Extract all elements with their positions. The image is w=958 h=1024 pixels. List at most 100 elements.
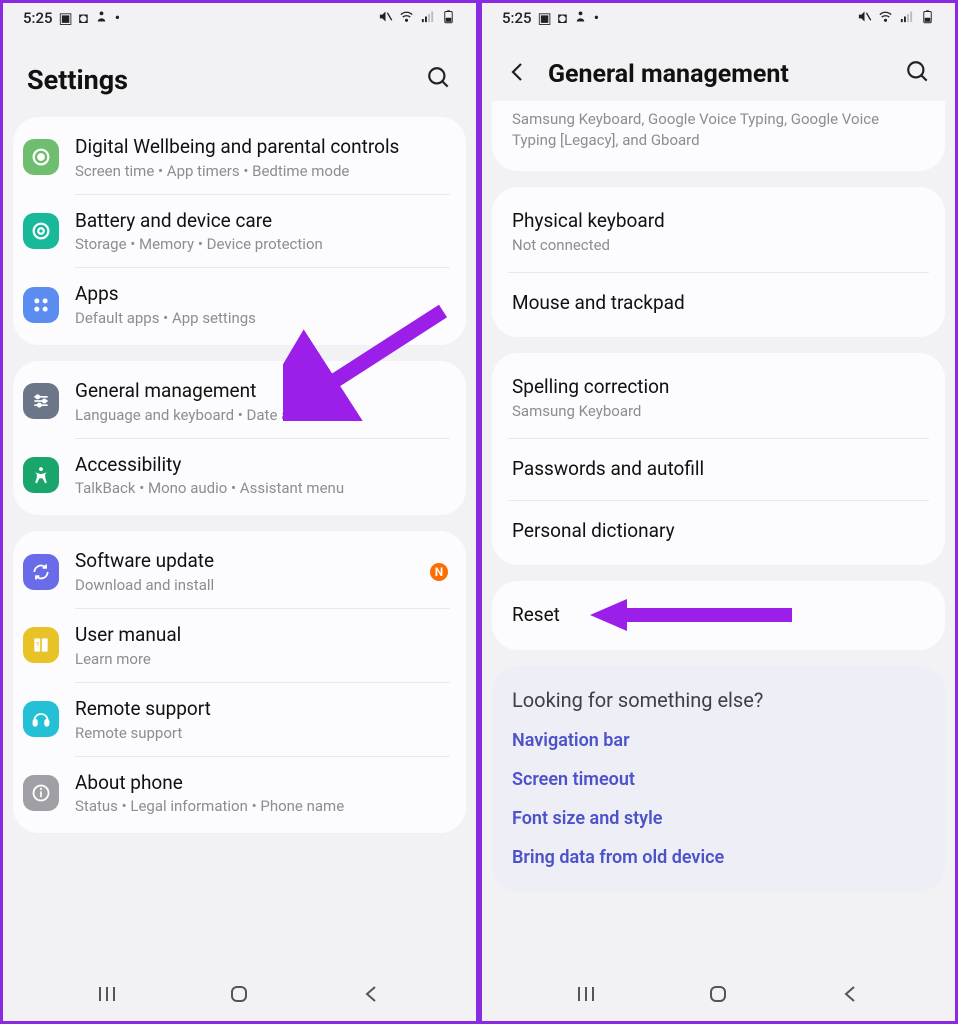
general-icon	[23, 383, 59, 419]
settings-header: Settings	[3, 33, 476, 117]
status-time: 5:25	[502, 9, 532, 27]
accessibility-icon	[23, 457, 59, 493]
page-title: Settings	[27, 64, 422, 96]
chevron-left-icon	[506, 60, 530, 84]
row-sub: Samsung Keyboard	[512, 402, 925, 420]
status-person-icon	[94, 9, 109, 28]
phone-right: 5:25 ▣ ◘ • General manag	[476, 3, 955, 1021]
status-app-icon: ◘	[558, 9, 567, 27]
row-user-manual[interactable]: ? User manual Learn more	[13, 609, 466, 682]
nav-bar	[3, 971, 476, 1021]
manual-icon: ?	[23, 627, 59, 663]
row-sub: Language and keyboard • Date and time	[75, 406, 448, 424]
row-title: Remote support	[75, 697, 448, 722]
apps-icon	[23, 287, 59, 323]
settings-group-3: Software update Download and install N ?…	[13, 531, 466, 833]
row-sub: TalkBack • Mono audio • Assistant menu	[75, 479, 448, 497]
search-button[interactable]	[422, 61, 456, 99]
row-sub: Learn more	[75, 650, 448, 668]
row-title: General management	[75, 379, 448, 404]
nav-back[interactable]	[354, 976, 390, 1016]
row-spelling-correction[interactable]: Spelling correction Samsung Keyboard	[492, 357, 945, 438]
search-button[interactable]	[901, 55, 935, 93]
status-person-icon	[573, 9, 588, 28]
row-remote-support[interactable]: Remote support Remote support	[13, 683, 466, 756]
status-image-icon: ▣	[59, 9, 73, 27]
row-sub: Storage • Memory • Device protection	[75, 235, 448, 253]
row-title: Battery and device care	[75, 209, 448, 234]
row-digital-wellbeing[interactable]: Digital Wellbeing and parental controls …	[13, 121, 466, 194]
status-wifi-icon	[399, 9, 414, 28]
page-title: General management	[548, 60, 901, 89]
row-physical-keyboard[interactable]: Physical keyboard Not connected	[492, 191, 945, 272]
gm-list[interactable]: Samsung Keyboard, Google Voice Typing, G…	[482, 101, 955, 971]
battery-care-icon	[23, 213, 59, 249]
gm-group-top: Samsung Keyboard, Google Voice Typing, G…	[492, 101, 945, 171]
row-title: User manual	[75, 623, 448, 648]
status-image-icon: ▣	[538, 9, 552, 27]
wellbeing-icon	[23, 139, 59, 175]
phone-left: 5:25 ▣ ◘ • Settings	[3, 3, 476, 1021]
update-icon	[23, 554, 59, 590]
nav-home[interactable]	[700, 976, 736, 1016]
search-icon	[905, 59, 931, 85]
row-title: Accessibility	[75, 453, 448, 478]
partial-row-sub: Samsung Keyboard, Google Voice Typing, G…	[492, 103, 945, 167]
row-software-update[interactable]: Software update Download and install N	[13, 535, 466, 608]
settings-group-2: General management Language and keyboard…	[13, 361, 466, 515]
status-mute-icon	[857, 9, 872, 28]
row-battery-care[interactable]: Battery and device care Storage • Memory…	[13, 195, 466, 268]
gm-group-1: Physical keyboard Not connected Mouse an…	[492, 187, 945, 337]
row-title: Mouse and trackpad	[512, 291, 925, 316]
remote-icon	[23, 701, 59, 737]
row-about-phone[interactable]: About phone Status • Legal information •…	[13, 757, 466, 830]
nav-recents[interactable]	[89, 976, 125, 1016]
status-battery-icon	[920, 9, 935, 28]
row-title: Passwords and autofill	[512, 457, 925, 482]
status-mute-icon	[378, 9, 393, 28]
row-passwords-autofill[interactable]: Passwords and autofill	[492, 439, 945, 500]
row-title: Physical keyboard	[512, 209, 925, 234]
status-time: 5:25	[23, 9, 53, 27]
nav-back[interactable]	[833, 976, 869, 1016]
status-wifi-icon	[878, 9, 893, 28]
suggestion-link-screen-timeout[interactable]: Screen timeout	[512, 769, 925, 790]
row-sub: Screen time • App timers • Bedtime mode	[75, 162, 448, 180]
status-more-icon: •	[594, 9, 599, 27]
row-sub: Remote support	[75, 724, 448, 742]
back-button[interactable]	[506, 60, 530, 88]
suggestions-heading: Looking for something else?	[512, 688, 925, 712]
suggestion-link-bring-data[interactable]: Bring data from old device	[512, 847, 925, 868]
svg-text:?: ?	[35, 641, 39, 650]
new-badge: N	[430, 563, 448, 581]
row-general-management[interactable]: General management Language and keyboard…	[13, 365, 466, 438]
status-signal-icon	[420, 9, 435, 28]
nav-home[interactable]	[221, 976, 257, 1016]
status-signal-icon	[899, 9, 914, 28]
gm-header: General management	[482, 33, 955, 101]
gm-group-2: Spelling correction Samsung Keyboard Pas…	[492, 353, 945, 565]
search-icon	[426, 65, 452, 91]
row-sub: Status • Legal information • Phone name	[75, 797, 448, 815]
row-title: Digital Wellbeing and parental controls	[75, 135, 448, 160]
about-icon	[23, 775, 59, 811]
status-bar: 5:25 ▣ ◘ •	[482, 3, 955, 33]
row-mouse-trackpad[interactable]: Mouse and trackpad	[492, 273, 945, 334]
suggestion-link-font-size[interactable]: Font size and style	[512, 808, 925, 829]
gm-group-3: Reset	[492, 581, 945, 650]
row-apps[interactable]: Apps Default apps • App settings	[13, 268, 466, 341]
status-more-icon: •	[115, 9, 120, 27]
settings-list[interactable]: Digital Wellbeing and parental controls …	[3, 117, 476, 971]
nav-recents[interactable]	[568, 976, 604, 1016]
row-title: Software update	[75, 549, 430, 574]
row-title: Personal dictionary	[512, 519, 925, 544]
row-sub: Download and install	[75, 576, 430, 594]
status-app-icon: ◘	[79, 9, 88, 27]
row-personal-dictionary[interactable]: Personal dictionary	[492, 501, 945, 562]
row-accessibility[interactable]: Accessibility TalkBack • Mono audio • As…	[13, 439, 466, 512]
suggestions-block: Looking for something else? Navigation b…	[492, 666, 945, 892]
row-reset[interactable]: Reset	[492, 585, 945, 646]
row-title: Spelling correction	[512, 375, 925, 400]
row-sub: Not connected	[512, 236, 925, 254]
suggestion-link-navigation-bar[interactable]: Navigation bar	[512, 730, 925, 751]
